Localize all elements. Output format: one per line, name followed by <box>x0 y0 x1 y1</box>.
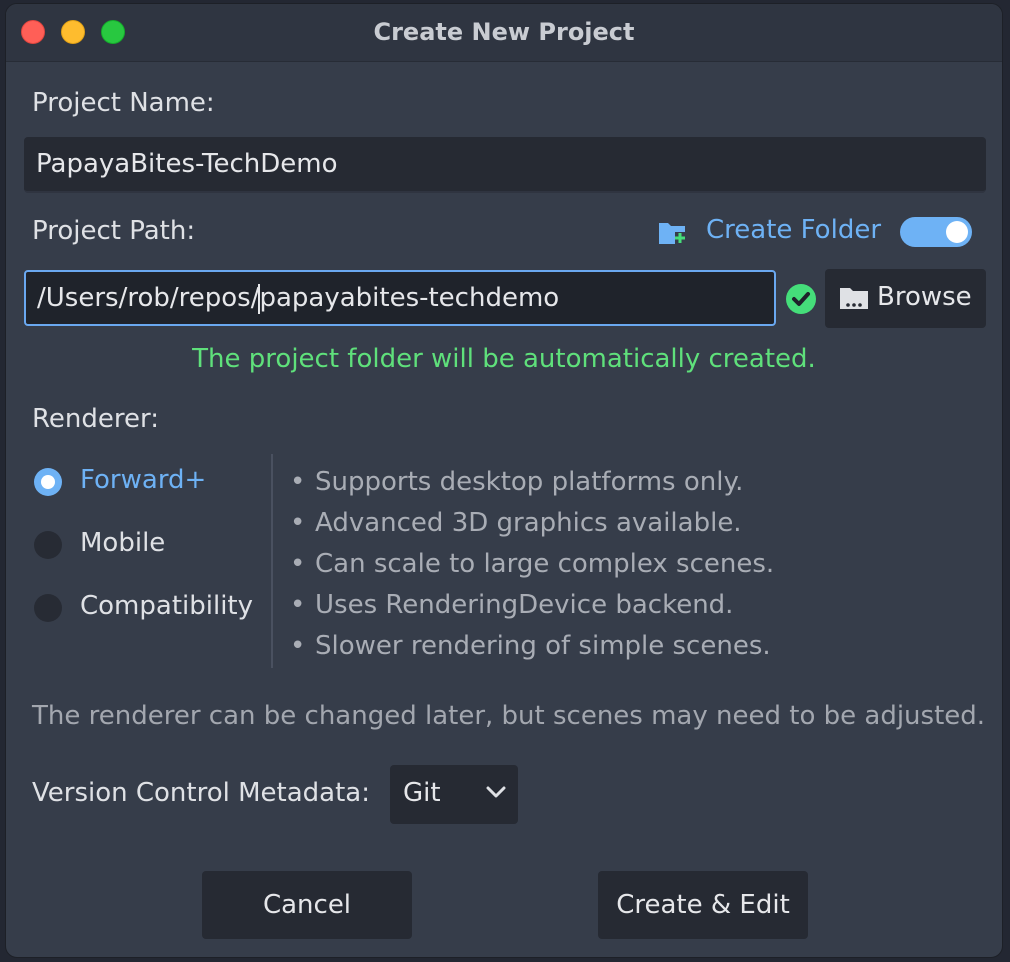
project-name-label: Project Name: <box>32 88 215 118</box>
bullet: • <box>290 467 306 497</box>
folder-icon <box>840 288 868 309</box>
toggle-knob <box>946 221 968 243</box>
path-status-message: The project folder will be automatically… <box>192 344 816 374</box>
renderer-forward-plus-label[interactable]: Forward+ <box>80 465 206 495</box>
browse-label: Browse <box>877 282 972 312</box>
renderer-mobile-label[interactable]: Mobile <box>80 528 165 558</box>
chevron-down-icon <box>486 786 506 798</box>
renderer-mobile-radio[interactable] <box>34 531 62 559</box>
create-and-edit-button[interactable]: Create & Edit <box>598 871 808 939</box>
renderer-label: Renderer: <box>32 404 159 434</box>
bullet: • <box>290 590 306 620</box>
project-name-input[interactable]: PapayaBites-TechDemo <box>24 137 986 193</box>
renderer-detail-item: • Advanced 3D graphics available. <box>290 503 774 544</box>
renderer-note: The renderer can be changed later, but s… <box>32 701 986 731</box>
project-path-input[interactable]: /Users/rob/repos/papayabites-techdemo <box>24 270 776 326</box>
window-title: Create New Project <box>373 18 635 46</box>
bullet: • <box>290 549 306 579</box>
project-name-value: PapayaBites-TechDemo <box>36 149 338 179</box>
project-path-label: Project Path: <box>32 216 196 246</box>
renderer-forward-plus-radio[interactable] <box>34 468 62 496</box>
folder-add-icon[interactable] <box>658 219 688 247</box>
create-folder-label[interactable]: Create Folder <box>706 215 881 245</box>
renderer-compatibility-label[interactable]: Compatibility <box>80 591 253 621</box>
renderer-detail-item: • Uses RenderingDevice backend. <box>290 585 774 626</box>
renderer-detail-item: • Supports desktop platforms only. <box>290 462 774 503</box>
renderer-details-list: • Supports desktop platforms only. • Advan… <box>290 462 774 667</box>
browse-button[interactable]: Browse <box>825 269 986 328</box>
version-control-label: Version Control Metadata: <box>32 778 370 808</box>
version-control-value: Git <box>403 778 441 808</box>
path-value-after-caret: papayabites-techdemo <box>259 283 560 313</box>
renderer-detail-item: • Slower rendering of simple scenes. <box>290 626 774 667</box>
bullet: • <box>290 631 306 661</box>
version-control-select[interactable]: Git <box>390 765 518 824</box>
path-value-before-caret: /Users/rob/repos/ <box>37 283 260 313</box>
bullet: • <box>290 508 306 538</box>
renderer-compatibility-radio[interactable] <box>34 594 62 622</box>
create-folder-toggle[interactable] <box>900 217 972 247</box>
renderer-divider <box>271 454 273 668</box>
titlebar: Create New Project <box>6 4 1002 62</box>
create-project-dialog: Create New Project Project Name: PapayaB… <box>5 3 1003 958</box>
cancel-button[interactable]: Cancel <box>202 871 412 939</box>
renderer-detail-item: • Can scale to large complex scenes. <box>290 544 774 585</box>
check-circle-icon <box>786 284 816 314</box>
